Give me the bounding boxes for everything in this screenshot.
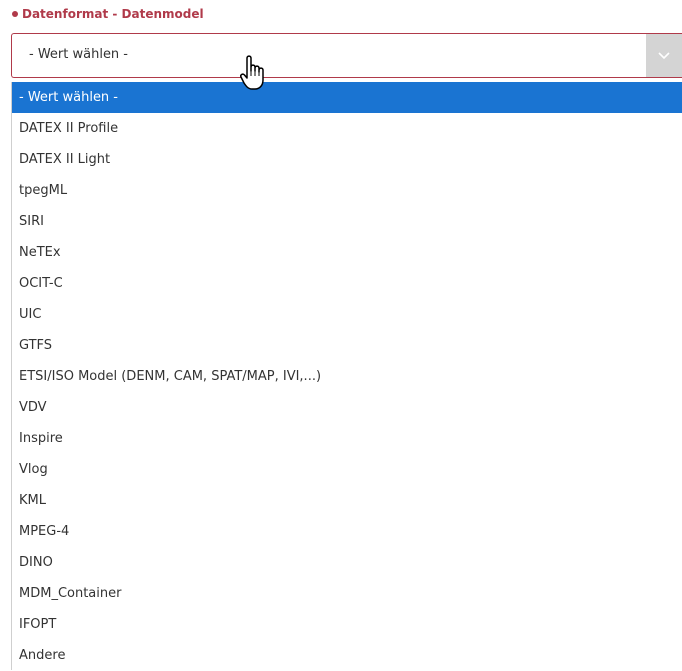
chevron-down-icon[interactable] bbox=[646, 34, 682, 77]
field-label: Datenformat - Datenmodel bbox=[12, 7, 204, 21]
dropdown-option[interactable]: Andere bbox=[12, 640, 682, 671]
dropdown-list: - Wert wählen - DATEX II Profile DATEX I… bbox=[11, 82, 682, 670]
dropdown-option[interactable]: Inspire bbox=[12, 423, 682, 454]
dropdown-option[interactable]: DINO bbox=[12, 547, 682, 578]
dropdown-option[interactable]: OCIT-C bbox=[12, 268, 682, 299]
required-dot-icon bbox=[12, 11, 18, 17]
dropdown-option[interactable]: tpegML bbox=[12, 175, 682, 206]
dropdown-option[interactable]: NeTEx bbox=[12, 237, 682, 268]
dropdown-option[interactable]: DATEX II Light bbox=[12, 144, 682, 175]
dropdown-option[interactable]: KML bbox=[12, 485, 682, 516]
dropdown-option[interactable]: Vlog bbox=[12, 454, 682, 485]
dropdown-option[interactable]: ETSI/ISO Model (DENM, CAM, SPAT/MAP, IVI… bbox=[12, 361, 682, 392]
dropdown-option[interactable]: VDV bbox=[12, 392, 682, 423]
select-value: - Wert wählen - bbox=[29, 47, 128, 62]
dropdown-option[interactable]: MPEG-4 bbox=[12, 516, 682, 547]
dropdown-option[interactable]: - Wert wählen - bbox=[12, 82, 682, 113]
dropdown-option[interactable]: SIRI bbox=[12, 206, 682, 237]
hand-pointer-icon bbox=[240, 55, 264, 90]
dropdown-option[interactable]: IFOPT bbox=[12, 609, 682, 640]
dropdown-option[interactable]: MDM_Container bbox=[12, 578, 682, 609]
dropdown-option[interactable]: UIC bbox=[12, 299, 682, 330]
dropdown-option[interactable]: DATEX II Profile bbox=[12, 113, 682, 144]
datenformat-select[interactable]: - Wert wählen - bbox=[11, 33, 682, 78]
field-label-text: Datenformat - Datenmodel bbox=[22, 7, 204, 21]
dropdown-option[interactable]: GTFS bbox=[12, 330, 682, 361]
